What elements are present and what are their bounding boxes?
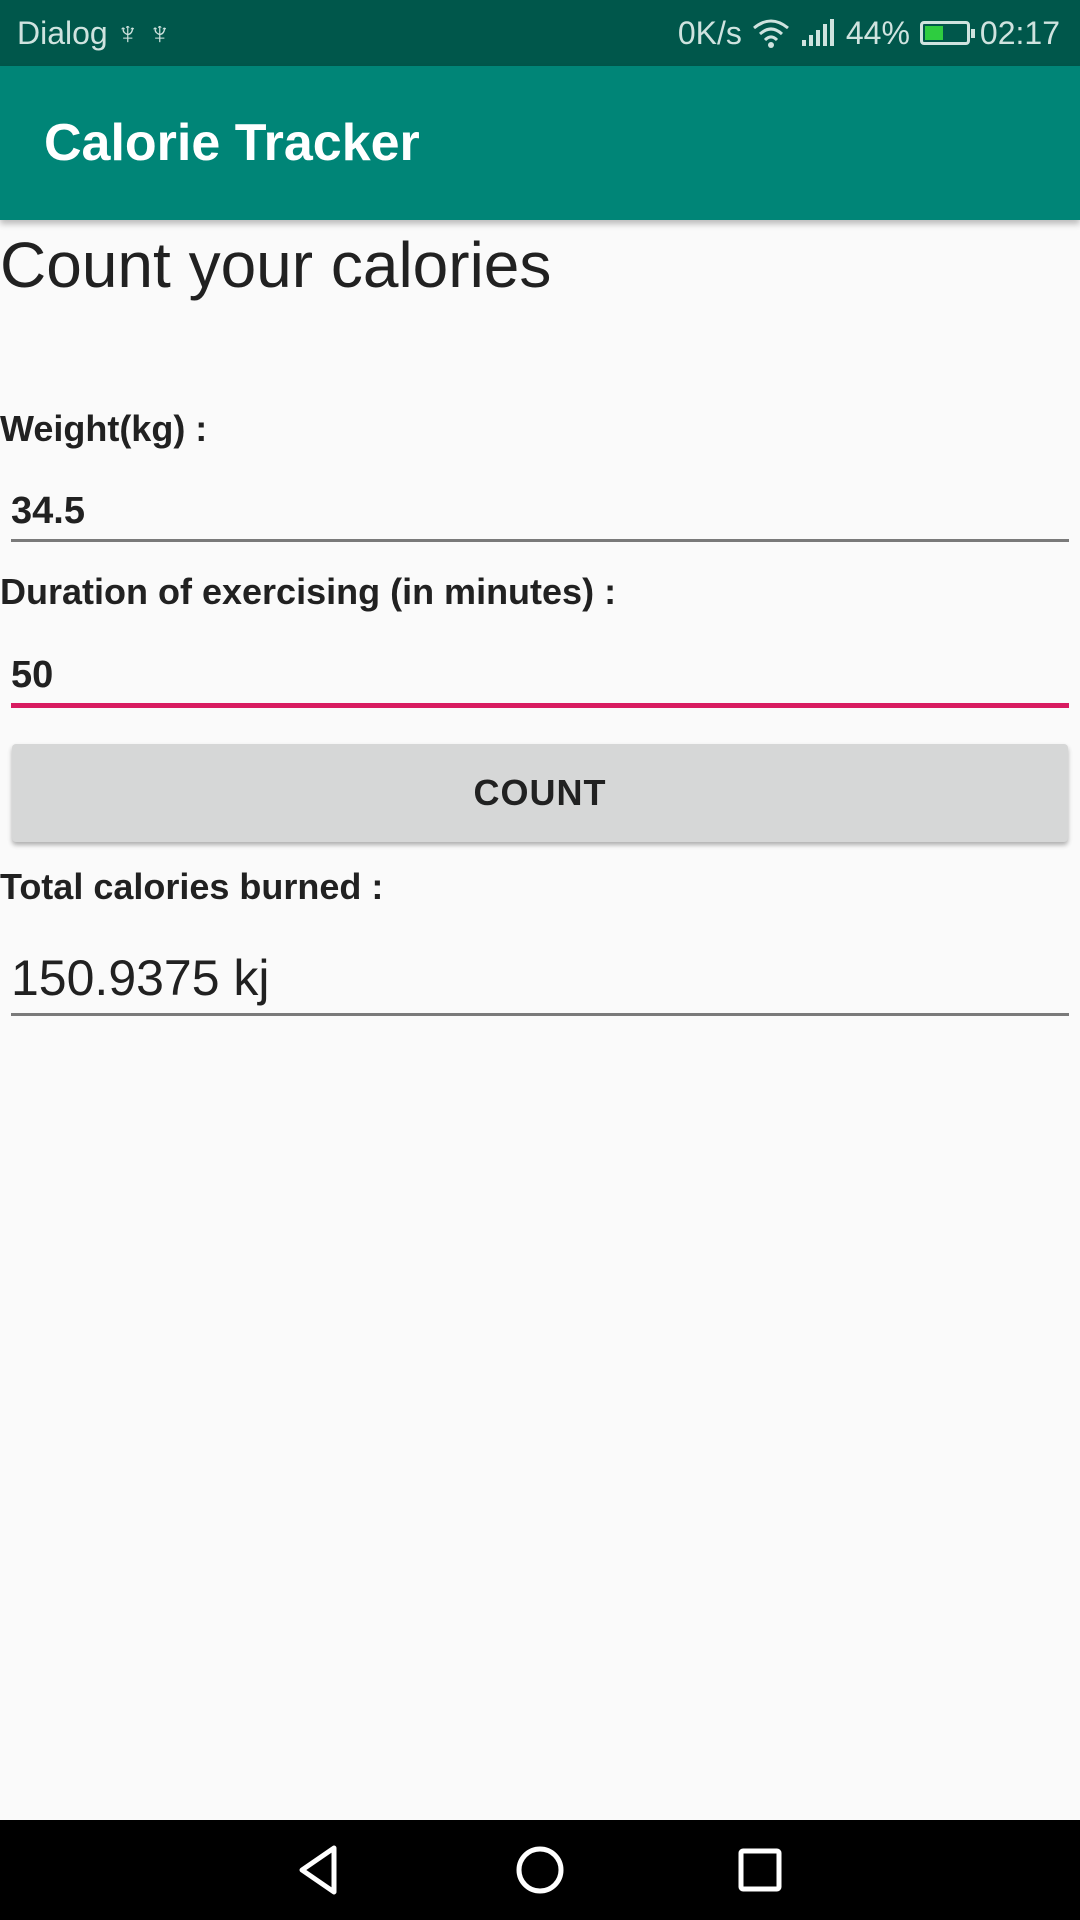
recents-icon[interactable] <box>728 1838 792 1902</box>
status-bar: Dialog ♆ ♆ 0K/s 44% 02:17 <box>0 0 1080 66</box>
back-icon[interactable] <box>288 1838 352 1902</box>
wifi-icon <box>752 19 789 48</box>
usb-icon: ♆ <box>147 14 172 51</box>
duration-field-container <box>11 644 1069 708</box>
page-heading: Count your calories <box>0 229 552 301</box>
result-field: 150.9375 kj <box>11 950 1069 1016</box>
battery-icon <box>919 21 975 45</box>
app-bar: Calorie Tracker <box>0 66 1080 220</box>
duration-input[interactable] <box>11 654 1069 697</box>
weight-field-container <box>11 478 1069 542</box>
status-left: Dialog ♆ ♆ <box>17 0 172 66</box>
signal-icon <box>801 19 834 46</box>
battery-level <box>924 26 943 40</box>
home-icon[interactable] <box>508 1838 572 1902</box>
duration-label: Duration of exercising (in minutes) : <box>0 571 617 612</box>
battery-percent: 44% <box>845 14 910 51</box>
clock: 02:17 <box>979 14 1060 51</box>
count-button[interactable]: COUNT <box>12 744 1068 842</box>
result-value: 150.9375 kj <box>11 950 270 1006</box>
weight-input[interactable] <box>11 490 1069 533</box>
app-title: Calorie Tracker <box>44 114 420 172</box>
weight-label: Weight(kg) : <box>0 408 208 449</box>
net-speed: 0K/s <box>677 14 742 51</box>
carrier-name: Dialog <box>17 14 108 51</box>
navigation-bar <box>0 1820 1080 1920</box>
usb-icon: ♆ <box>115 14 140 51</box>
status-right: 0K/s 44% 02:17 <box>678 0 1060 66</box>
result-label: Total calories burned : <box>0 866 384 907</box>
